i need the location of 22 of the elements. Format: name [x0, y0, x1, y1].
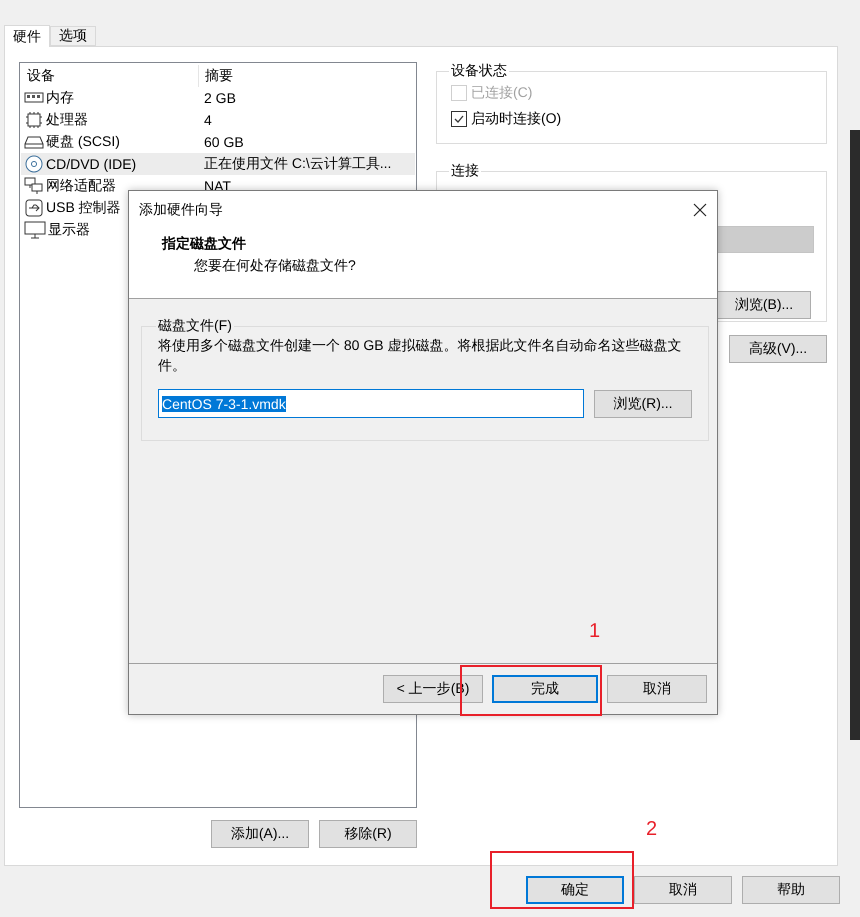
device-summary: 60 GB — [203, 134, 245, 150]
description-text: 将使用多个磁盘文件创建一个 80 GB 虚拟磁盘。将根据此文件名自动命名这些磁盘文件。 — [158, 336, 682, 375]
device-summary: 正在使用文件 C:\云计算工具... — [203, 155, 392, 173]
device-name: CD/DVD (IDE) — [46, 156, 136, 172]
device-summary: 2 GB — [203, 90, 237, 106]
group-title: 连接 — [450, 162, 480, 180]
step-number: 1 — [589, 620, 600, 643]
wizard-subheading: 您要在何处存储磁盘文件? — [193, 257, 357, 275]
device-name: 内存 — [46, 89, 74, 107]
checkbox-label: 已连接(C) — [470, 84, 532, 102]
dialog-title: 添加硬件向导 — [139, 201, 223, 219]
device-name: 处理器 — [46, 111, 88, 129]
group-title: 设备状态 — [450, 62, 508, 80]
device-name: 网络适配器 — [46, 177, 116, 195]
device-name: USB 控制器 — [46, 199, 121, 217]
device-summary: 4 — [203, 112, 213, 128]
step-number: 2 — [646, 818, 658, 841]
checkbox-label: 启动时连接(O) — [470, 110, 562, 128]
device-name: 硬盘 (SCSI) — [46, 133, 120, 151]
device-name: 显示器 — [48, 221, 90, 239]
group-title: 磁盘文件(F) — [157, 317, 233, 335]
wizard-heading: 指定磁盘文件 — [162, 235, 247, 253]
